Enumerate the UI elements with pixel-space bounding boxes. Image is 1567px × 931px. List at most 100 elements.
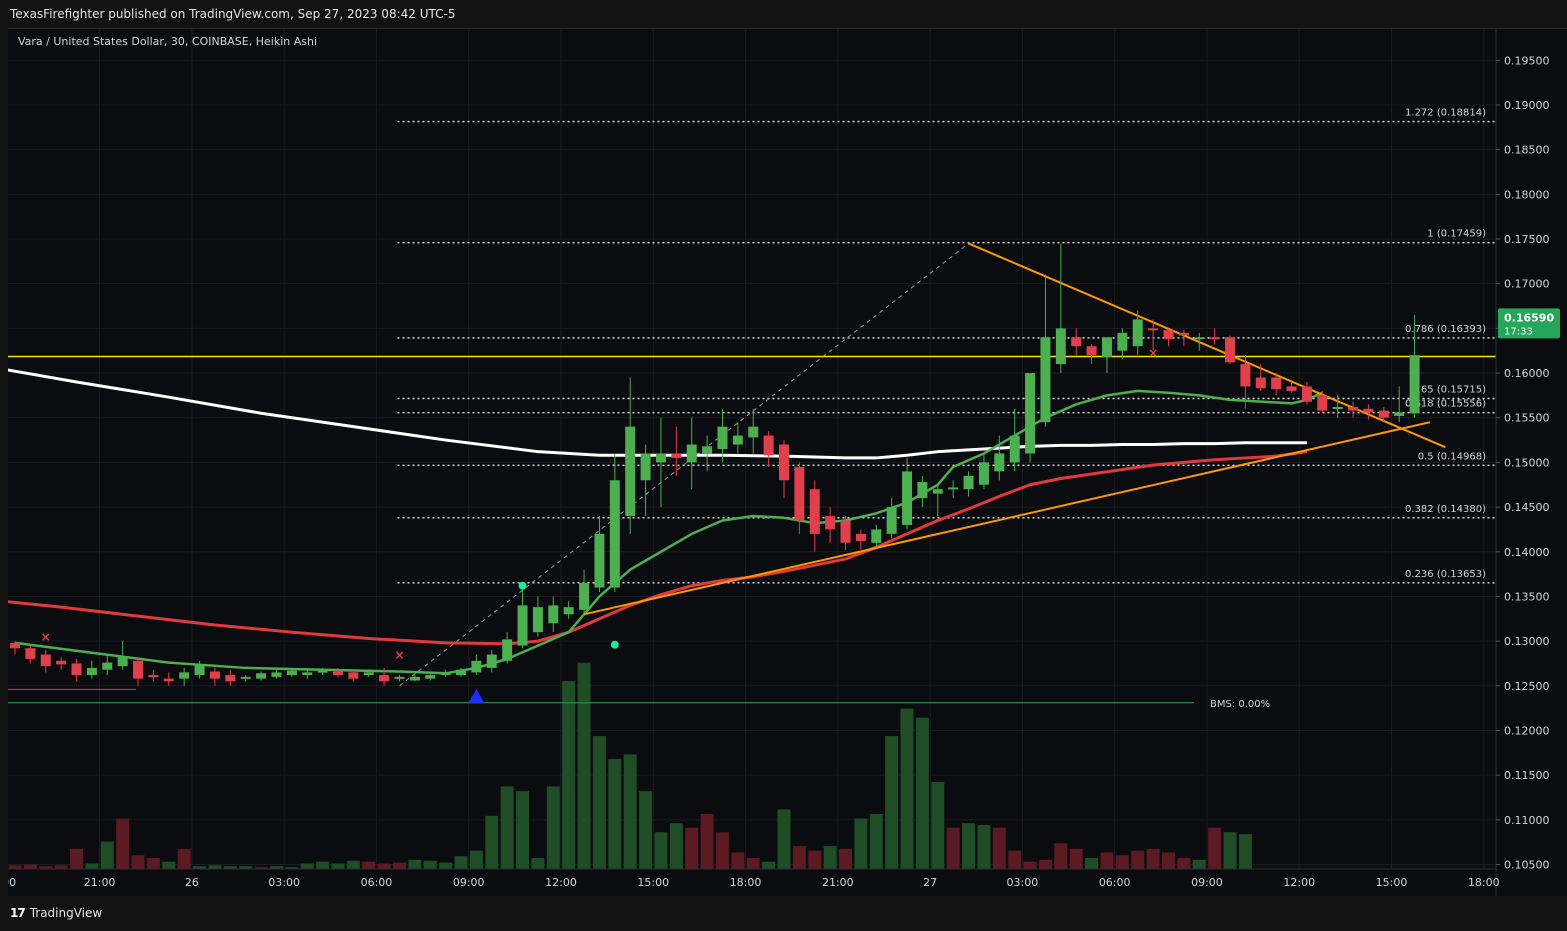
candle-body xyxy=(978,462,989,485)
candle-body xyxy=(409,676,420,681)
candle-body xyxy=(871,529,882,543)
candle-body xyxy=(886,507,897,534)
volume-bar xyxy=(408,859,422,869)
volume-bar xyxy=(746,858,760,869)
candle-body xyxy=(594,533,605,588)
candle-body xyxy=(56,660,67,665)
price-tick-label: 0.13000 xyxy=(1504,635,1550,648)
candle-body xyxy=(748,426,759,438)
time-tick-label: 15:00 xyxy=(637,876,669,889)
volume-bar xyxy=(1054,843,1068,869)
candle-body xyxy=(486,654,497,668)
price-tick-label: 0.14500 xyxy=(1504,501,1550,514)
candle-body xyxy=(502,639,513,661)
volume-bar xyxy=(439,862,453,869)
volume-bar xyxy=(700,814,714,869)
volume-bar xyxy=(162,861,176,869)
volume-bar xyxy=(362,861,376,869)
volume-bar xyxy=(1223,832,1237,869)
fib-level-label: 0.5 (0.14968) xyxy=(1418,451,1486,462)
support-label: BMS: 0.00% xyxy=(1210,699,1270,710)
volume-bar xyxy=(316,861,330,869)
volume-bar xyxy=(715,832,729,869)
candle-body xyxy=(456,669,467,676)
volume-bar xyxy=(208,865,222,869)
price-tick-label: 0.11000 xyxy=(1504,814,1550,827)
sell-signal-marker: × xyxy=(41,630,51,644)
volume-bar xyxy=(177,848,191,869)
candle-body xyxy=(209,671,220,679)
time-tick-label: :00 xyxy=(8,876,16,889)
candle-body xyxy=(763,435,774,456)
candle-body xyxy=(563,607,574,615)
candle-body xyxy=(1132,319,1143,347)
volume-bar xyxy=(331,863,345,869)
volume-bar xyxy=(1208,827,1222,869)
volume-bar xyxy=(992,827,1006,869)
candle-body xyxy=(1086,346,1097,356)
candle-body xyxy=(1378,410,1389,418)
volume-bar xyxy=(1192,859,1206,869)
time-tick-label: 03:00 xyxy=(268,876,300,889)
volume-bar xyxy=(485,815,499,869)
price-tick-label: 0.12500 xyxy=(1504,680,1550,693)
fib-level-label: 0.382 (0.14380) xyxy=(1405,504,1486,515)
volume-bar xyxy=(915,717,929,869)
candle-body xyxy=(163,678,174,682)
volume-bar xyxy=(869,814,883,869)
chart-area[interactable]: BMS: 0.00% 1.272 (0.18814) 1 (0.17459) 0.78… xyxy=(0,28,1567,897)
volume-bar xyxy=(977,825,991,869)
volume-bar xyxy=(839,848,853,869)
volume-bar xyxy=(54,865,68,869)
candle-body xyxy=(1071,337,1082,347)
candle-body xyxy=(10,642,20,649)
price-tick-label: 0.16000 xyxy=(1504,367,1550,380)
time-tick-label: 12:00 xyxy=(545,876,577,889)
tradingview-logo-icon: 17 xyxy=(10,906,26,920)
price-tick-label: 0.12000 xyxy=(1504,724,1550,737)
candle-body xyxy=(609,480,620,588)
volume-bar xyxy=(85,863,99,869)
candle-body xyxy=(271,672,282,677)
volume-bar xyxy=(1100,852,1114,869)
candle-body xyxy=(363,672,374,676)
candle-body xyxy=(625,426,636,517)
tradingview-logo[interactable]: 17 TradingView xyxy=(10,906,102,920)
candle-body xyxy=(1055,328,1066,365)
volume-bar xyxy=(792,846,806,869)
candle-body xyxy=(702,446,713,454)
candle-body xyxy=(1394,412,1405,416)
candle-body xyxy=(1163,330,1174,340)
volume-bar xyxy=(823,846,837,869)
volume-bar xyxy=(669,823,683,869)
candle-body xyxy=(40,654,51,667)
volume-bar xyxy=(300,863,314,869)
price-tick-label: 0.10500 xyxy=(1504,859,1550,872)
candle-body xyxy=(1271,377,1282,390)
volume-bar xyxy=(531,858,545,869)
candle-body xyxy=(732,435,743,445)
candle-body xyxy=(1117,332,1128,351)
volume-bar xyxy=(577,662,591,869)
volume-bar xyxy=(1023,861,1037,869)
candle-body xyxy=(394,676,405,679)
candle-body xyxy=(548,605,559,624)
candle-body xyxy=(379,675,390,682)
candle-body xyxy=(194,664,205,676)
candle-body xyxy=(1286,386,1297,391)
time-tick-label: 21:00 xyxy=(84,876,116,889)
candle-body xyxy=(1101,337,1112,357)
candle-body xyxy=(948,487,959,490)
volume-bar xyxy=(377,863,391,869)
price-tick-label: 0.15500 xyxy=(1504,412,1550,425)
candle-body xyxy=(579,583,590,610)
price-chart[interactable]: BMS: 0.00% 1.272 (0.18814) 1 (0.17459) 0.78… xyxy=(0,29,1567,897)
volume-bar xyxy=(1131,850,1145,869)
volume-bar xyxy=(546,786,560,869)
time-tick-label: 12:00 xyxy=(1283,876,1315,889)
volume-bar xyxy=(962,823,976,869)
price-tick-label: 0.18500 xyxy=(1504,144,1550,157)
footer: 17 TradingView xyxy=(0,896,1567,931)
volume-bar xyxy=(516,791,530,869)
price-tick-label: 0.19500 xyxy=(1504,54,1550,67)
